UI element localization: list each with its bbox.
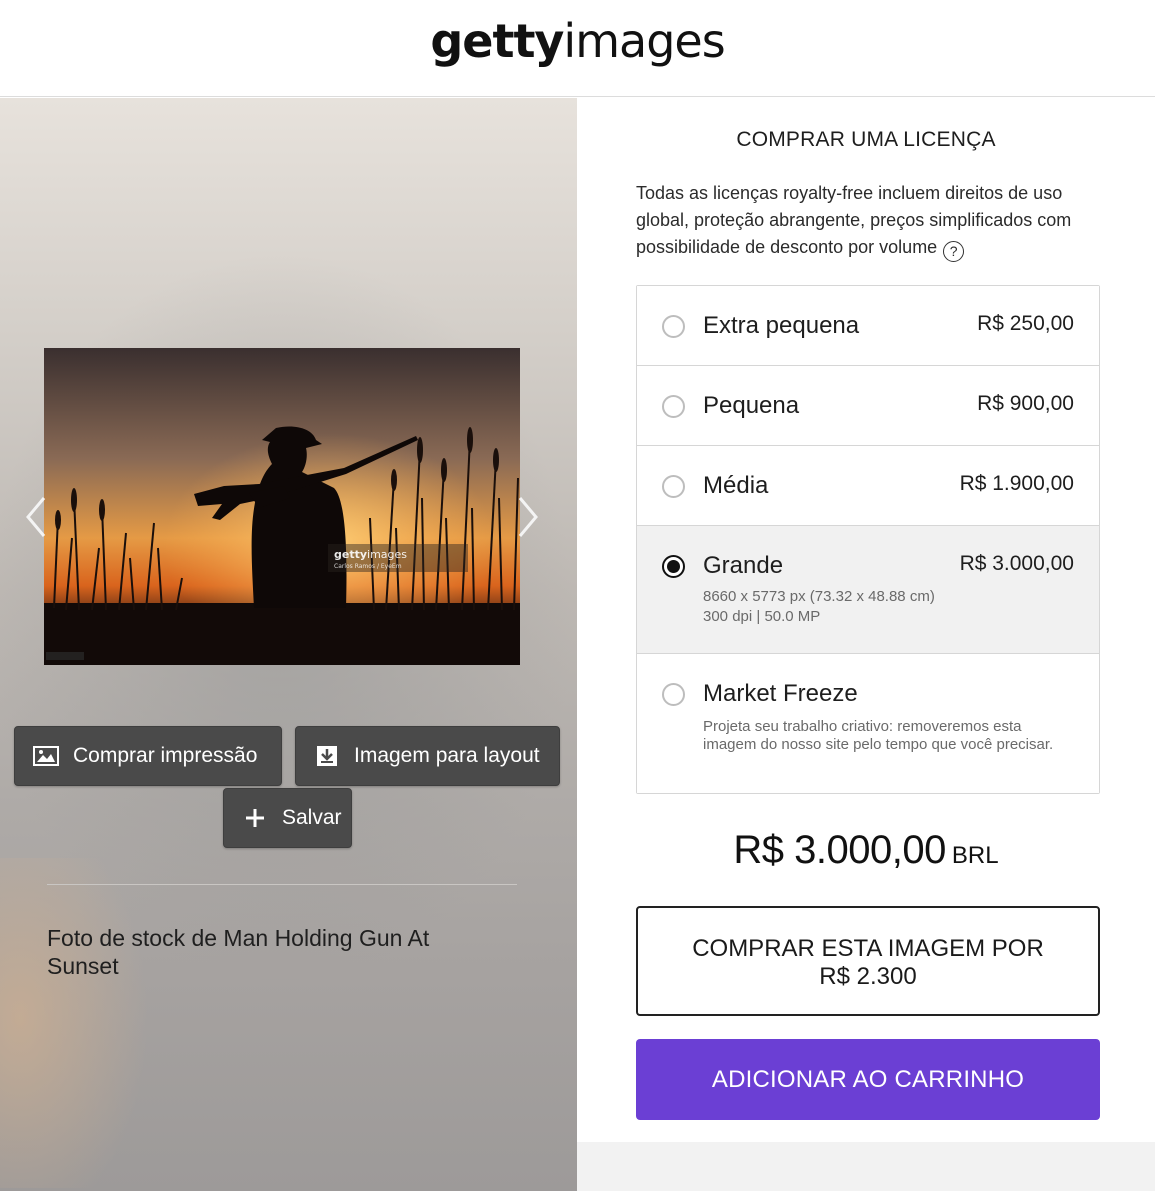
- chevron-left-icon[interactable]: [22, 494, 50, 540]
- radio-button[interactable]: [662, 683, 685, 706]
- image-icon: [33, 745, 59, 767]
- image-preview-panel: gettyimages Carlos Ramos / EyeEm Comprar…: [0, 98, 577, 1191]
- license-description: Todas as licenças royalty-free incluem d…: [636, 180, 1106, 262]
- option-details: 8660 x 5773 px (73.32 x 48.88 cm) 300 dp…: [703, 588, 935, 625]
- stock-photo[interactable]: gettyimages Carlos Ramos / EyeEm: [44, 348, 520, 665]
- option-price: R$ 250,00: [977, 312, 1074, 335]
- option-price: R$ 900,00: [977, 392, 1074, 415]
- buy-image-label: COMPRAR ESTA IMAGEM POR: [692, 935, 1044, 962]
- svg-text:gettyimages: gettyimages: [334, 548, 407, 561]
- license-title: COMPRAR UMA LICENÇA: [736, 128, 996, 151]
- option-medium[interactable]: Média R$ 1.900,00: [637, 446, 1099, 526]
- plus-icon: [242, 807, 268, 829]
- radio-button[interactable]: [662, 315, 685, 338]
- buy-image-price: R$ 2.300: [819, 963, 917, 990]
- help-icon[interactable]: ?: [943, 241, 965, 262]
- option-price: R$ 3.000,00: [959, 552, 1074, 575]
- logo-light-text: images: [563, 14, 725, 68]
- buy-print-label: Comprar impressão: [73, 744, 258, 767]
- option-extra-small[interactable]: Extra pequena R$ 250,00: [637, 286, 1099, 366]
- option-name: Grande: [703, 552, 784, 579]
- logo-bold-text: getty: [430, 14, 564, 68]
- save-button[interactable]: Salvar: [223, 788, 352, 848]
- svg-text:Carlos Ramos / EyeEm: Carlos Ramos / EyeEm: [334, 563, 402, 570]
- layout-image-label: Imagem para layout: [354, 744, 540, 767]
- radio-button[interactable]: [662, 395, 685, 418]
- total-price: R$ 3.000,00 BRL: [577, 828, 1155, 873]
- radio-button-selected[interactable]: [662, 555, 685, 578]
- option-name: Média: [703, 472, 769, 499]
- license-size-options: Extra pequena R$ 250,00 Pequena R$ 900,0…: [636, 285, 1100, 794]
- photo-caption: Foto de stock de Man Holding Gun At Suns…: [47, 925, 430, 979]
- getty-images-logo[interactable]: gettyimages: [0, 14, 1155, 68]
- site-header: gettyimages: [0, 0, 1155, 97]
- total-amount: R$ 3.000,00: [733, 828, 946, 872]
- option-name: Pequena: [703, 392, 800, 419]
- download-icon: [314, 745, 340, 767]
- option-details: Projeta seu trabalho criativo: removerem…: [703, 718, 1054, 753]
- total-currency: BRL: [951, 842, 999, 869]
- option-name: Extra pequena: [703, 312, 860, 339]
- option-market-freeze[interactable]: Market Freeze Projeta seu trabalho criat…: [637, 654, 1099, 793]
- option-name: Market Freeze: [703, 680, 858, 707]
- option-small[interactable]: Pequena R$ 900,00: [637, 366, 1099, 446]
- buy-print-button[interactable]: Comprar impressão: [14, 726, 282, 786]
- license-panel: COMPRAR UMA LICENÇA Todas as licenças ro…: [577, 98, 1155, 1191]
- add-to-cart-button[interactable]: ADICIONAR AO CARRINHO: [636, 1039, 1100, 1120]
- divider: [47, 884, 517, 885]
- layout-image-button[interactable]: Imagem para layout: [295, 726, 560, 786]
- chevron-right-icon[interactable]: [514, 494, 542, 540]
- photo-image: gettyimages Carlos Ramos / EyeEm: [44, 348, 520, 665]
- buy-image-button[interactable]: COMPRAR ESTA IMAGEM POR R$ 2.300: [636, 906, 1100, 1016]
- save-label: Salvar: [282, 806, 342, 829]
- option-price: R$ 1.900,00: [959, 472, 1074, 495]
- option-large[interactable]: Grande R$ 3.000,00 8660 x 5773 px (73.32…: [637, 526, 1099, 654]
- radio-button[interactable]: [662, 475, 685, 498]
